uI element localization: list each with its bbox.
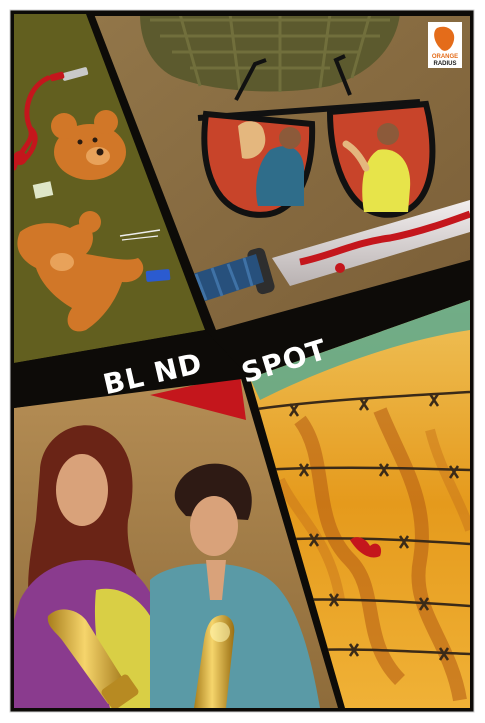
blue-lighter [145, 269, 171, 282]
logo-top-text: ORANGE [432, 54, 458, 60]
orange-radius-logo: ORANGE RADIUS [428, 22, 462, 68]
logo-bottom-text: RADIUS [433, 61, 456, 67]
movie-poster: BL ND SPOT ORANGE RADIUS [9, 9, 475, 713]
